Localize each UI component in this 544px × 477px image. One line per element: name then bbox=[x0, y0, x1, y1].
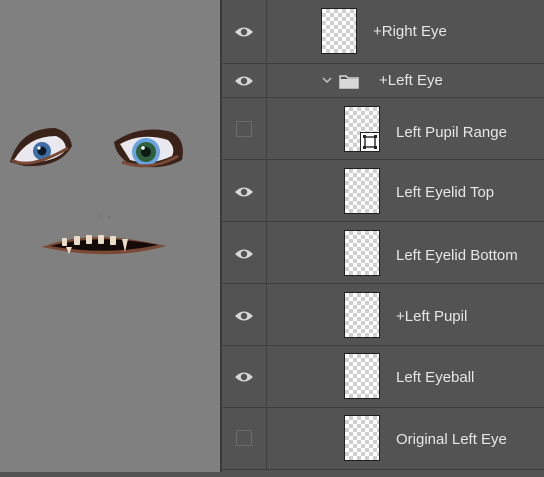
layer-group-left-eye[interactable]: +Left Eye bbox=[222, 64, 544, 98]
layer-group-name: +Left Eye bbox=[379, 72, 443, 89]
layer-name: Original Left Eye bbox=[396, 431, 507, 448]
document-canvas[interactable] bbox=[0, 0, 220, 472]
eye-icon bbox=[235, 311, 253, 321]
layer-thumbnail bbox=[321, 8, 357, 54]
visibility-toggle[interactable] bbox=[222, 222, 267, 283]
visibility-toggle[interactable] bbox=[222, 64, 267, 97]
layer-name: Left Eyeball bbox=[396, 369, 475, 386]
visibility-toggle[interactable] bbox=[222, 0, 267, 63]
left-eye-art bbox=[114, 129, 183, 168]
eye-icon bbox=[235, 372, 253, 382]
layer-thumbnail bbox=[344, 106, 380, 152]
layer-thumbnail bbox=[344, 353, 380, 399]
right-eye-art bbox=[10, 128, 72, 167]
visibility-off-box bbox=[236, 121, 252, 137]
layer-thumbnail bbox=[344, 292, 380, 338]
visibility-toggle[interactable] bbox=[222, 98, 267, 159]
layer-name: Left Pupil Range bbox=[396, 124, 507, 141]
layer-row-right-eye[interactable]: +Right Eye bbox=[222, 0, 544, 64]
eye-icon bbox=[235, 249, 253, 259]
layer-row-original-left-eye[interactable]: Original Left Eye bbox=[222, 408, 544, 470]
layer-name: +Left Pupil bbox=[396, 308, 468, 325]
mouth-art bbox=[42, 235, 166, 255]
visibility-toggle[interactable] bbox=[222, 346, 267, 407]
chevron-down-icon[interactable] bbox=[322, 77, 332, 84]
eye-icon bbox=[235, 76, 253, 86]
face-artwork bbox=[10, 128, 183, 255]
layer-row-left-pupil-range[interactable]: Left Pupil Range bbox=[222, 98, 544, 160]
eye-icon bbox=[235, 187, 253, 197]
folder-icon bbox=[339, 75, 359, 89]
eye-icon bbox=[235, 27, 253, 37]
visibility-off-box bbox=[236, 430, 252, 446]
visibility-toggle[interactable] bbox=[222, 160, 267, 221]
layers-panel: +Right Eye +Left Eye Left Pupil Range Le… bbox=[222, 0, 544, 472]
layer-row-left-pupil[interactable]: +Left Pupil bbox=[222, 284, 544, 346]
layer-row-left-eyelid-bottom[interactable]: Left Eyelid Bottom bbox=[222, 222, 544, 284]
visibility-toggle[interactable] bbox=[222, 408, 267, 469]
layer-thumbnail bbox=[344, 230, 380, 276]
layer-thumbnail bbox=[344, 415, 380, 461]
smart-object-icon bbox=[360, 132, 380, 152]
layer-name: Left Eyelid Top bbox=[396, 184, 495, 201]
layer-name: Left Eyelid Bottom bbox=[396, 247, 518, 264]
layer-row-left-eyelid-top[interactable]: Left Eyelid Top bbox=[222, 160, 544, 222]
layer-row-left-eyeball[interactable]: Left Eyeball bbox=[222, 346, 544, 408]
layer-thumbnail bbox=[344, 168, 380, 214]
layer-name: +Right Eye bbox=[373, 23, 447, 40]
visibility-toggle[interactable] bbox=[222, 284, 267, 345]
